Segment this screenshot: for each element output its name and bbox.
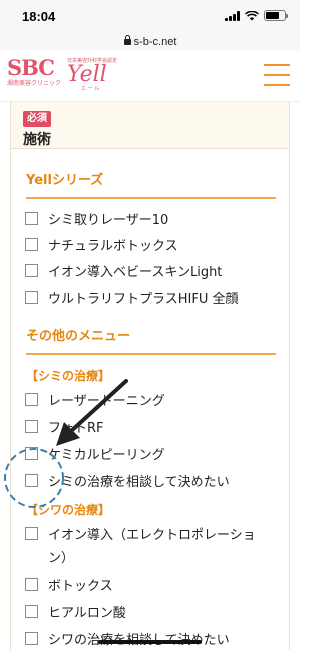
option-wrinkle-consult[interactable]: シワの治療を相談して決めたい (25, 628, 230, 648)
checkbox[interactable] (25, 237, 38, 251)
wifi-icon (245, 10, 259, 20)
status-time: 18:04 (22, 9, 56, 24)
checkbox[interactable] (25, 526, 38, 540)
option-yell-series[interactable]: ウルトラリフトプラスHIFU 全顔 (25, 287, 238, 307)
section-divider (26, 197, 276, 199)
option-spot-treatment[interactable]: ケミカルピーリング (25, 443, 165, 463)
option-spot-treatment[interactable]: フォトRF (25, 416, 104, 436)
field-title: 施術 (23, 132, 51, 148)
option-wrinkle-treatment[interactable]: ヒアルロン酸 (25, 601, 126, 621)
section-title-other-menu: その他のメニュー (26, 329, 131, 344)
checkbox[interactable] (25, 263, 38, 277)
checkbox[interactable] (25, 419, 38, 433)
yell-logo-subtext: エ ー ル (81, 86, 100, 92)
url-text: s-b-c.net (133, 36, 177, 48)
subsection-title-wrinkles: 【シワの治療】 (26, 503, 111, 517)
hamburger-menu-icon[interactable] (264, 64, 290, 86)
status-icons (225, 10, 288, 21)
option-spot-consult[interactable]: シミの治療を相談して決めたい (25, 470, 230, 490)
checkbox[interactable] (25, 446, 38, 460)
option-yell-series[interactable]: シミ取りレーザー10 (25, 208, 168, 228)
checkbox[interactable] (25, 631, 38, 645)
checkbox[interactable] (25, 211, 38, 225)
checkbox[interactable] (25, 577, 38, 591)
treatment-form-field: 必須 施術 Yellシリーズ シミ取りレーザー10 ナチュラルボトックス イオン… (10, 102, 290, 650)
sbc-logo-text: SBC (7, 55, 55, 80)
sbc-logo-subtext: 湘南美容クリニック (7, 80, 62, 87)
browser-url-bar[interactable]: s-b-c.net (0, 30, 300, 50)
checkbox[interactable] (25, 604, 38, 618)
lock-icon (123, 35, 131, 45)
option-label-continuation: ン） (48, 551, 75, 566)
treatment-options-panel: Yellシリーズ シミ取りレーザー10 ナチュラルボトックス イオン導入ベビース… (11, 148, 289, 650)
option-wrinkle-treatment[interactable]: ボトックス (25, 574, 113, 594)
cellular-signal-icon (225, 10, 240, 21)
battery-icon (264, 10, 288, 21)
subsection-title-spots: 【シミの治療】 (26, 369, 111, 383)
yell-logo-text: Yell (67, 62, 107, 87)
status-bar: 18:04 (0, 0, 300, 30)
option-wrinkle-treatment[interactable]: イオン導入（エレクトロポレーショ (25, 523, 256, 543)
checkbox[interactable] (25, 473, 38, 487)
yell-logo: 日本美容外科学会認定 Yell エ ー ル (67, 58, 117, 92)
field-header: 必須 施術 (11, 102, 289, 148)
section-divider (26, 353, 276, 355)
checkbox[interactable] (25, 290, 38, 304)
site-logo[interactable]: SBC 湘南美容クリニック 日本美容外科学会認定 Yell エ ー ル (7, 55, 117, 92)
sbc-logo: SBC 湘南美容クリニック (7, 55, 62, 87)
option-yell-series[interactable]: ナチュラルボトックス (25, 234, 178, 254)
section-title-yell-series: Yellシリーズ (26, 173, 104, 188)
option-spot-treatment[interactable]: レーザートーニング (25, 389, 165, 409)
site-header: SBC 湘南美容クリニック 日本美容外科学会認定 Yell エ ー ル (0, 50, 300, 102)
required-badge: 必須 (23, 111, 51, 127)
checkbox[interactable] (25, 392, 38, 406)
option-yell-series[interactable]: イオン導入ベビースキンLight (25, 260, 222, 280)
